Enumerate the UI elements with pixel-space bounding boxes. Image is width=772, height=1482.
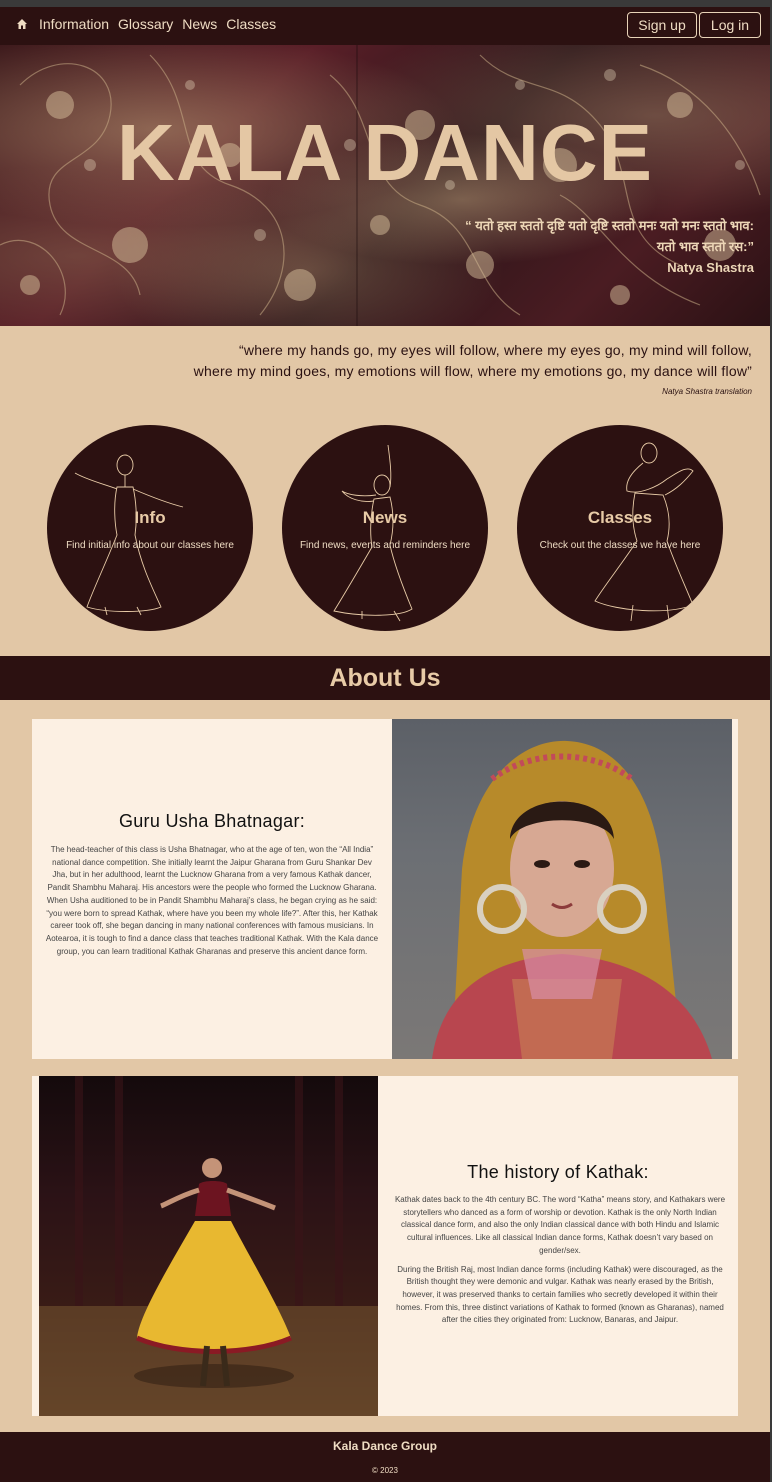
guru-portrait-image	[432, 740, 712, 1059]
footer: Kala Dance Group © 2023	[0, 1432, 770, 1482]
news-description: Find news, events and reminders here	[299, 540, 471, 551]
nav-link-classes[interactable]: Classes	[226, 16, 276, 32]
history-heading: The history of Kathak:	[467, 1162, 649, 1182]
quote-line-2: where my mind goes, my emotions will flo…	[193, 363, 752, 379]
nav-link-information[interactable]: Information	[39, 16, 109, 32]
info-title: Info	[134, 508, 166, 527]
about-us-header: About Us	[0, 656, 770, 700]
guru-card: Guru Usha Bhatnagar: The head-teacher of…	[32, 719, 738, 1059]
nav-link-glossary[interactable]: Glossary	[118, 16, 173, 32]
nav-link-news[interactable]: News	[182, 16, 217, 32]
dancer-illustration-icon	[333, 444, 413, 622]
translation-quote: “where my hands go, my eyes will follow,…	[194, 340, 752, 382]
kathak-dancer-image	[39, 1076, 378, 1416]
news-title: News	[362, 508, 408, 527]
about-us-title: About Us	[329, 664, 441, 692]
guru-bio: The head-teacher of this class is Usha B…	[45, 845, 379, 956]
kathak-dancer-photo	[39, 1076, 378, 1416]
home-icon[interactable]	[16, 18, 28, 30]
news-circle-link[interactable]: News Find news, events and reminders her…	[282, 425, 488, 631]
hero-title: KALA DANCE	[117, 108, 653, 197]
hero-sanskrit-quote: “ यतो हस्त स्ततो दृष्टि यतो दृष्टि स्ततो…	[465, 215, 754, 278]
footer-copyright: © 2023	[372, 1466, 398, 1475]
history-text-column: The history of Kathak: Kathak dates back…	[378, 1162, 738, 1327]
classes-title: Classes	[587, 508, 653, 527]
nav-links: Information Glossary News Classes	[39, 16, 276, 32]
sanskrit-source: Natya Shastra	[667, 260, 754, 275]
signup-button[interactable]: Sign up	[627, 12, 697, 38]
dancer-illustration-icon	[74, 454, 184, 616]
sanskrit-line-1: “ यतो हस्त स्ततो दृष्टि यतो दृष्टि स्ततो…	[465, 218, 754, 233]
page: Information Glossary News Classes Sign u…	[0, 7, 770, 1482]
hero-banner: KALA DANCE “ यतो हस्त स्ततो दृष्टि यतो द…	[0, 45, 770, 326]
classes-description: Check out the classes we have here	[539, 540, 701, 551]
guru-heading: Guru Usha Bhatnagar:	[118, 811, 306, 831]
info-description: Find initial info about our classes here	[66, 540, 234, 551]
footer-title: Kala Dance Group	[332, 1439, 438, 1453]
classes-circle-link[interactable]: Classes Check out the classes we have he…	[517, 425, 723, 631]
guru-text-column: Guru Usha Bhatnagar: The head-teacher of…	[32, 811, 392, 958]
navbar: Information Glossary News Classes Sign u…	[0, 7, 770, 45]
history-paragraph-2: During the British Raj, most Indian danc…	[396, 1264, 724, 1325]
history-paragraph-1: Kathak dates back to the 4th century BC.…	[394, 1195, 726, 1255]
login-button[interactable]: Log in	[699, 12, 761, 38]
sanskrit-line-2: यतो भाव स्ततो रस:”	[656, 239, 754, 254]
guru-portrait-photo	[392, 719, 732, 1059]
quote-line-1: “where my hands go, my eyes will follow,…	[239, 342, 752, 358]
info-circle-link[interactable]: Info Find initial info about our classes…	[47, 425, 253, 631]
quote-source: Natya Shastra translation	[662, 387, 752, 396]
dancer-illustration-icon	[594, 442, 694, 622]
history-card: The history of Kathak: Kathak dates back…	[32, 1076, 738, 1416]
